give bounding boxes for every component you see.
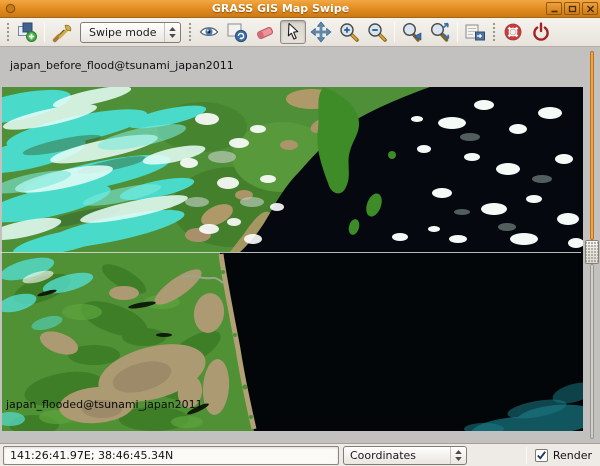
- swipe-mode-select[interactable]: Swipe mode: [80, 22, 181, 43]
- titlebar[interactable]: GRASS GIS Map Swipe: [0, 0, 600, 18]
- render-checkbox[interactable]: [535, 449, 548, 462]
- zoom-back-icon: [401, 21, 423, 43]
- toolbar-grip[interactable]: [492, 22, 496, 42]
- statusbar-separator: [526, 447, 527, 464]
- add-raster-maps-button[interactable]: [14, 20, 40, 44]
- render-option: Render: [535, 449, 592, 462]
- eye-icon: [198, 21, 220, 43]
- add-maps-icon: [16, 21, 38, 43]
- power-icon: [530, 21, 552, 43]
- combo-stepper: [450, 447, 466, 464]
- window-icon: [4, 2, 17, 15]
- updown-arrows-icon: [168, 26, 177, 39]
- statusbar: 141:26:41.97E; 38:46:45.34N Coordinates …: [0, 443, 600, 466]
- map-panel: japan_before_flood@tsunami_japan2011: [0, 47, 600, 443]
- zoom-in-icon: [338, 21, 360, 43]
- toolbar-separator: [44, 22, 45, 42]
- settings-button[interactable]: [49, 20, 75, 44]
- minimize-button[interactable]: [546, 2, 562, 15]
- help-button[interactable]: [500, 20, 526, 44]
- toolbar-grip[interactable]: [188, 22, 192, 42]
- zoom-in-button[interactable]: [336, 20, 362, 44]
- close-icon: [586, 5, 595, 13]
- pointer-button[interactable]: [280, 20, 306, 44]
- window-title: GRASS GIS Map Swipe: [17, 2, 544, 15]
- swipe-mode-value: Swipe mode: [81, 26, 164, 39]
- minimize-icon: [550, 5, 559, 13]
- close-button[interactable]: [582, 2, 598, 15]
- combo-stepper: [164, 23, 180, 42]
- checkmark-icon: [536, 450, 547, 461]
- render-map-icon: [226, 21, 248, 43]
- coordinates-value: 141:26:41.97E; 38:46:45.34N: [10, 449, 173, 462]
- coordinates-display: 141:26:41.97E; 38:46:45.34N: [3, 446, 339, 465]
- zoom-out-icon: [366, 21, 388, 43]
- toolbar-grip[interactable]: [6, 22, 10, 42]
- toolbar-separator: [394, 22, 395, 42]
- slider-thumb[interactable]: [585, 240, 599, 264]
- maximize-button[interactable]: [564, 2, 580, 15]
- quit-button[interactable]: [528, 20, 554, 44]
- pan-arrows-icon: [310, 21, 332, 43]
- map-display[interactable]: japan_flooded@tsunami_japan2011: [2, 87, 583, 431]
- zoom-extent-icon: [429, 21, 451, 43]
- swipe-slider: [585, 47, 599, 443]
- zoom-out-button[interactable]: [364, 20, 390, 44]
- bottom-layer-label: japan_flooded@tsunami_japan2011: [6, 398, 203, 411]
- erase-display-button[interactable]: [252, 20, 278, 44]
- statusbar-mode-value: Coordinates: [344, 449, 450, 462]
- top-layer-label: japan_before_flood@tsunami_japan2011: [10, 59, 234, 72]
- previous-zoom-button[interactable]: [399, 20, 425, 44]
- save-display-button[interactable]: [462, 20, 488, 44]
- zoom-to-extent-button[interactable]: [427, 20, 453, 44]
- map-image[interactable]: [2, 87, 583, 431]
- slider-track-empty[interactable]: [590, 264, 594, 439]
- updown-arrows-icon: [454, 449, 463, 462]
- render-label: Render: [553, 449, 592, 462]
- map-before-layer: [2, 87, 583, 262]
- toolbar: Swipe mode: [0, 18, 600, 47]
- pan-button[interactable]: [308, 20, 334, 44]
- export-map-icon: [464, 21, 486, 43]
- show-layers-button[interactable]: [196, 20, 222, 44]
- eraser-icon: [254, 21, 276, 43]
- slider-track-filled[interactable]: [590, 51, 594, 240]
- help-lifering-icon: [502, 21, 524, 43]
- tools-wrench-icon: [51, 21, 73, 43]
- grass-map-swipe-window: GRASS GIS Map Swipe: [0, 0, 600, 466]
- pointer-icon: [282, 21, 304, 43]
- swipe-divider-line[interactable]: [0, 252, 581, 253]
- render-map-button[interactable]: [224, 20, 250, 44]
- statusbar-mode-select[interactable]: Coordinates: [343, 446, 467, 465]
- toolbar-separator: [457, 22, 458, 42]
- maximize-icon: [568, 5, 577, 13]
